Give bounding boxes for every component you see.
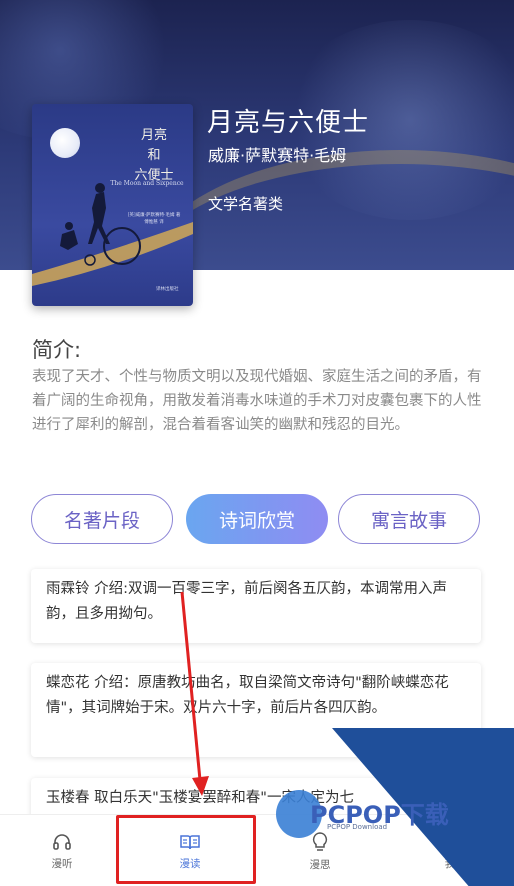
cover-author: [英]威廉·萨默赛特·毛姆 著 傅惟慈 译 bbox=[127, 213, 181, 225]
list-item-text: 蝶恋花 介绍：原唐教坊曲名，取自梁简文帝诗句"翻阶峡蝶恋花情"，其词牌始于宋。双… bbox=[46, 675, 449, 716]
cover-title: 月亮 和 六便士 bbox=[134, 128, 174, 183]
banner-crescent bbox=[140, 150, 514, 270]
nav-label: 漫思 bbox=[309, 858, 331, 871]
lightbulb-icon bbox=[312, 831, 328, 851]
annotation-highlight-box bbox=[116, 815, 256, 884]
book-cover[interactable]: 月亮 和 六便士 The Moon and Sixpence [英]威廉·萨默赛… bbox=[32, 104, 193, 306]
tab-poetry-appreciation[interactable]: 诗词欣赏 bbox=[186, 494, 328, 544]
book-title: 月亮与六便士 bbox=[207, 108, 370, 138]
nav-label: 漫听 bbox=[51, 857, 73, 870]
list-item-text: 雨霖铃 介绍:双调一百零三字，前后阕各五仄韵，本调常用入声韵，且多用拗句。 bbox=[46, 581, 447, 622]
list-item[interactable]: 雨霖铃 介绍:双调一百零三字，前后阕各五仄韵，本调常用入声韵，且多用拗句。 bbox=[31, 569, 481, 643]
intro-heading: 简介: bbox=[32, 338, 82, 362]
tab-fables[interactable]: 寓言故事 bbox=[338, 494, 480, 544]
cover-publisher: 译林出版社 bbox=[156, 287, 179, 292]
intro-text: 表现了天才、个性与物质文明以及现代婚姻、家庭生活之间的矛盾，有着广阔的生命视角，… bbox=[32, 369, 482, 433]
tab-classic-excerpts[interactable]: 名著片段 bbox=[31, 494, 173, 544]
cover-moon bbox=[50, 128, 80, 158]
book-category: 文学名著类 bbox=[208, 195, 284, 213]
book-author: 威廉·萨默赛特·毛姆 bbox=[208, 146, 347, 165]
cover-subtitle: The Moon and Sixpence bbox=[110, 180, 184, 187]
headphones-icon bbox=[53, 833, 71, 850]
watermark-subtitle: PCPOP Download bbox=[327, 823, 388, 831]
nav-item-listen[interactable]: 漫听 bbox=[0, 815, 124, 886]
